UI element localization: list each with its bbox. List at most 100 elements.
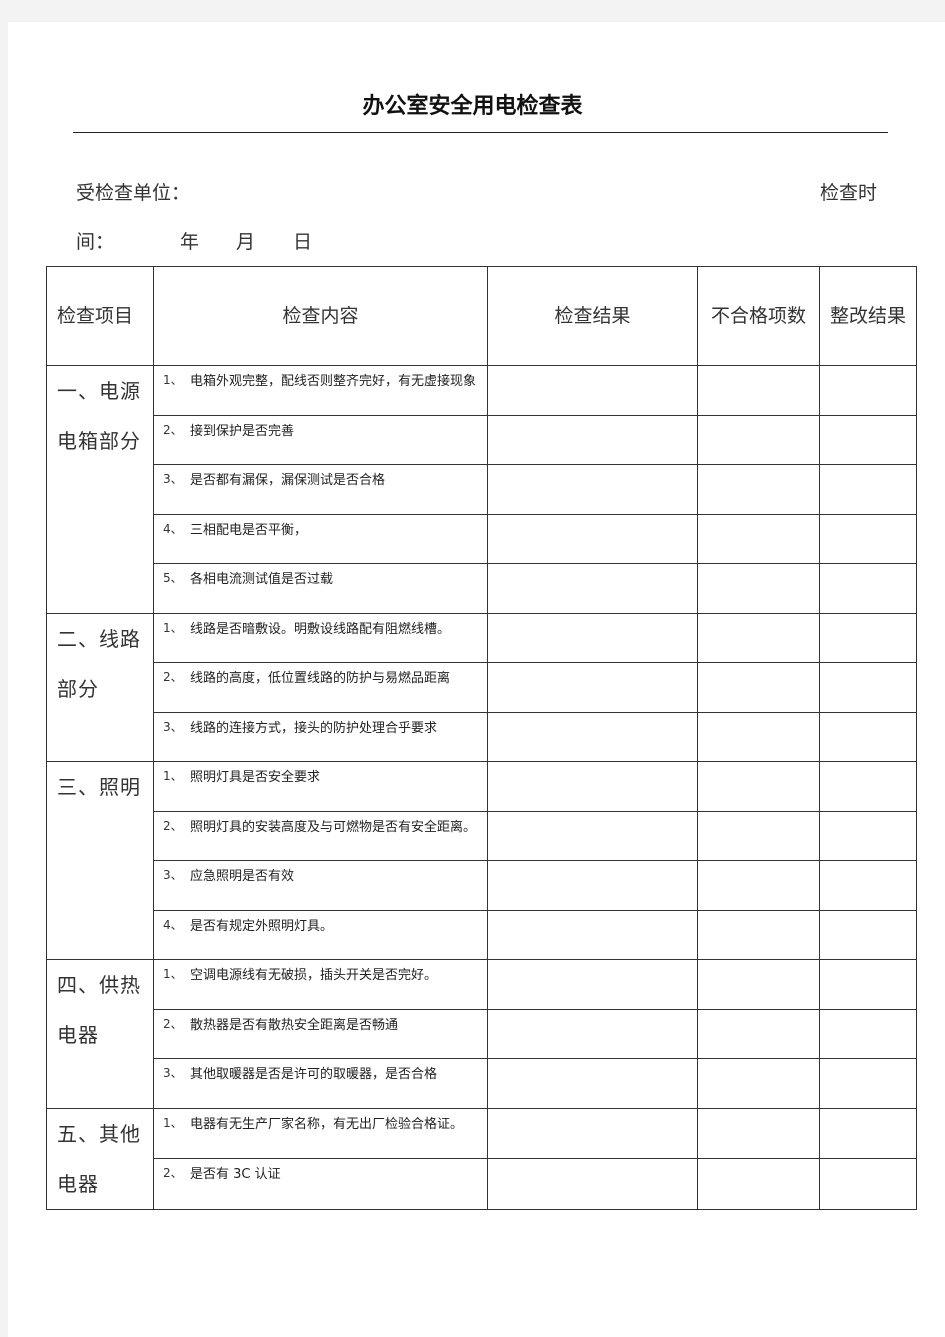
date-year-label: 年 — [180, 231, 200, 253]
table-row: 二、线路部分 1、 线路是否暗敷设。明敷设线路配有阻燃线槽。 — [46, 612, 917, 762]
item-number: 4、 — [163, 521, 183, 536]
result-cell[interactable] — [487, 464, 698, 515]
result-cell[interactable] — [487, 365, 698, 416]
table-row: 四、供热电器 1、 空调电源线有无破损，插头开关是否完好。 — [46, 959, 917, 1109]
check-content-cell: 5、 各相电流测试值是否过载 — [153, 563, 488, 614]
rectify-cell[interactable] — [819, 1058, 917, 1109]
check-content-cell: 4、 是否有规定外照明灯具。 — [153, 909, 488, 960]
table-row: 三、照明 1、 照明灯具是否安全要求 — [46, 761, 917, 960]
check-content-cell: 4、 三相配电是否平衡， — [153, 513, 488, 564]
rectify-cell[interactable] — [819, 909, 917, 960]
result-cell[interactable] — [487, 1008, 698, 1059]
result-cell[interactable] — [487, 909, 698, 960]
result-cell[interactable] — [487, 513, 698, 564]
item-text: 接到保护是否完善 — [190, 423, 295, 439]
item-text: 是否都有漏保，漏保测试是否合格 — [190, 473, 386, 488]
table-row: 2、 是否有 3C 认证 — [47, 1158, 917, 1210]
fail-count-cell[interactable] — [697, 711, 820, 762]
check-content-cell: 2、 散热器是否有散热安全距离是否畅通 — [153, 1008, 488, 1059]
rectify-cell[interactable] — [819, 464, 917, 515]
item-number: 1、 — [163, 620, 183, 635]
item-number: 2、 — [163, 670, 183, 684]
table-row: 3、 应急照明是否有效 — [47, 860, 917, 911]
item-text: 线路的高度，低位置线路的防护与易燃品距离 — [190, 671, 451, 686]
rectify-cell[interactable] — [819, 365, 917, 416]
result-cell[interactable] — [487, 959, 698, 1010]
fail-count-cell[interactable] — [697, 860, 820, 911]
fail-count-cell[interactable] — [697, 1107, 820, 1159]
result-cell[interactable] — [487, 860, 698, 911]
table-row: 4、 三相配电是否平衡， — [47, 513, 917, 564]
rectify-cell[interactable] — [819, 1158, 917, 1210]
item-number: 2、 — [163, 1016, 183, 1031]
result-cell[interactable] — [487, 711, 698, 762]
document-title: 办公室安全用电检查表 — [362, 93, 583, 119]
check-content-cell: 1、 电器有无生产厂家名称，有无出厂检验合格证。 — [153, 1107, 488, 1159]
fail-count-cell[interactable] — [697, 563, 820, 614]
header-rectify: 整改结果 — [819, 266, 917, 366]
rectify-cell[interactable] — [819, 662, 917, 713]
fail-count-cell[interactable] — [697, 612, 820, 663]
result-cell[interactable] — [487, 612, 698, 663]
check-content-cell: 1、 照明灯具是否安全要求 — [153, 761, 488, 812]
category-cell: 二、线路部分 — [46, 612, 154, 762]
category-cell: 五、其他电器 — [46, 1107, 154, 1210]
check-content-cell: 3、 线路的连接方式，接头的防护处理合乎要求 — [153, 711, 488, 762]
item-number: 2、 — [163, 818, 183, 833]
fail-count-cell[interactable] — [697, 909, 820, 960]
fail-count-cell[interactable] — [697, 513, 820, 564]
header-content: 检查内容 — [153, 266, 488, 366]
item-text: 散热器是否有散热安全距离是否畅通 — [190, 1017, 399, 1033]
fail-count-cell[interactable] — [697, 1008, 820, 1059]
item-number: 3、 — [163, 868, 183, 882]
item-number: 1、 — [163, 769, 183, 783]
item-text: 三相配电是否平衡， — [190, 522, 308, 538]
rectify-cell[interactable] — [819, 612, 917, 663]
rectify-cell[interactable] — [819, 711, 917, 762]
result-cell[interactable] — [487, 662, 698, 713]
fail-count-cell[interactable] — [697, 414, 820, 465]
rectify-cell[interactable] — [819, 959, 917, 1010]
fail-count-cell[interactable] — [697, 464, 820, 515]
item-text: 线路是否暗敷设。明敷设线路配有阻燃线槽。 — [190, 621, 451, 637]
fail-count-cell[interactable] — [697, 662, 820, 713]
table-row: 3、 是否都有漏保，漏保测试是否合格 — [47, 464, 917, 515]
table-row: 2、 接到保护是否完善 — [47, 414, 917, 465]
item-number: 2、 — [163, 422, 183, 437]
fail-count-cell[interactable] — [697, 761, 820, 812]
item-text: 线路的连接方式，接头的防护处理合乎要求 — [190, 720, 438, 736]
fail-count-cell[interactable] — [697, 959, 820, 1010]
rectify-cell[interactable] — [819, 810, 917, 861]
header-result: 检查结果 — [487, 266, 698, 366]
check-content-cell: 1、 空调电源线有无破损，插头开关是否完好。 — [153, 959, 488, 1010]
result-cell[interactable] — [487, 563, 698, 614]
item-text: 是否有 3C 认证 — [190, 1167, 281, 1182]
rectify-cell[interactable] — [819, 860, 917, 911]
item-number: 1、 — [163, 967, 183, 981]
date-month-label: 月 — [236, 231, 256, 253]
table-row: 2、 线路的高度，低位置线路的防护与易燃品距离 — [47, 662, 917, 713]
rectify-cell[interactable] — [819, 563, 917, 614]
table-header-row: 检查项目 检查内容 检查结果 不合格项数 整改结果 — [46, 266, 917, 366]
result-cell[interactable] — [487, 810, 698, 861]
item-text: 电器有无生产厂家名称，有无出厂检验合格证。 — [190, 1116, 464, 1132]
title-divider — [73, 132, 888, 133]
check-content-cell: 2、 是否有 3C 认证 — [153, 1158, 488, 1210]
table-row: 一、电源电箱部分 1、 电箱外观完整，配线否则整齐完好，有无虚接现象 — [46, 365, 917, 614]
result-cell[interactable] — [487, 1107, 698, 1159]
result-cell[interactable] — [487, 414, 698, 465]
rectify-cell[interactable] — [819, 414, 917, 465]
table-row: 3、 其他取暖器是否是许可的取暖器，是否合格 — [47, 1058, 917, 1109]
result-cell[interactable] — [487, 761, 698, 812]
check-content-cell: 2、 照明灯具的安装高度及与可燃物是否有安全距离。 — [153, 810, 488, 861]
result-cell[interactable] — [487, 1158, 698, 1210]
fail-count-cell[interactable] — [697, 365, 820, 416]
rectify-cell[interactable] — [819, 1008, 917, 1059]
fail-count-cell[interactable] — [697, 1058, 820, 1109]
rectify-cell[interactable] — [819, 761, 917, 812]
rectify-cell[interactable] — [819, 513, 917, 564]
rectify-cell[interactable] — [819, 1107, 917, 1159]
result-cell[interactable] — [487, 1058, 698, 1109]
fail-count-cell[interactable] — [697, 1158, 820, 1210]
fail-count-cell[interactable] — [697, 810, 820, 861]
